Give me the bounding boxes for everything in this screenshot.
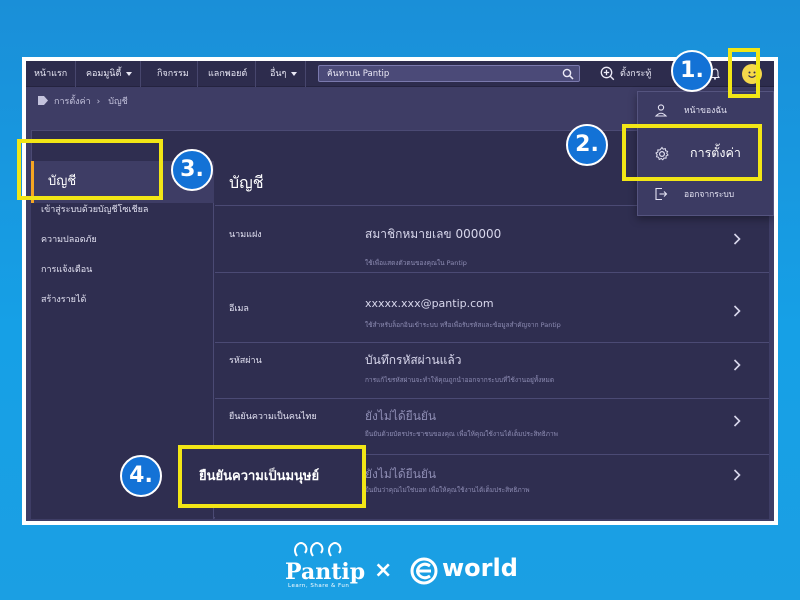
nav-home[interactable]: หน้าแรก — [26, 61, 77, 87]
search-placeholder: ค้นหาบน Pantip — [327, 69, 390, 79]
row-description: ใช้เพื่อแสดงตัวตนของคุณใน Pantip — [365, 259, 467, 267]
chevron-down-icon — [126, 71, 133, 76]
row-label: อีเมล — [229, 304, 249, 314]
step-2-badge: 2. — [566, 124, 608, 166]
row-alias[interactable]: นามแฝง สมาชิกหมายเลข 000000 ใช้เพื่อแสดง… — [215, 217, 769, 273]
pantip-logo-icon — [294, 542, 342, 557]
nav-community-label: คอมมูนิตี้ — [86, 69, 122, 79]
eworld-logo-icon — [410, 557, 438, 585]
top-nav: หน้าแรก คอมมูนิตี้ กิจกรรม แลกพอยต์ อื่น… — [26, 61, 774, 87]
chevron-right-icon[interactable] — [733, 359, 741, 371]
search-icon[interactable] — [562, 68, 574, 80]
highlight-avatar — [728, 48, 760, 98]
nav-redeem-points[interactable]: แลกพอยต์ — [200, 61, 257, 87]
breadcrumb-account: บัญชี — [108, 97, 128, 107]
row-description: ยืนยันด้วยบัตรประชาชนของคุณ เพื่อให้คุณใ… — [365, 430, 558, 438]
nav-more[interactable]: อื่นๆ — [262, 61, 307, 87]
pantip-tagline: Learn, Share & Fun — [288, 583, 350, 589]
nav-activity[interactable]: กิจกรรม — [149, 61, 198, 87]
footer: Pantip Learn, Share & Fun × world — [0, 538, 800, 600]
user-icon — [654, 104, 668, 117]
eworld-logo: world — [442, 554, 518, 582]
page-title: บัญชี — [229, 173, 264, 192]
row-label: ยืนยันความเป็นคนไทย — [229, 412, 317, 422]
row-description: การแก้ไขรหัสผ่านจะทำให้คุณถูกนำออกจากระบ… — [365, 376, 555, 384]
chevron-right-icon: › — [96, 97, 101, 107]
logout-icon — [655, 187, 668, 201]
menu-item-label: ออกจากระบบ — [684, 190, 735, 200]
row-value: ยังไม่ได้ยืนยัน — [365, 409, 437, 423]
nav-more-label: อื่นๆ — [270, 69, 287, 79]
row-description: ยืนยันว่าคุณไม่ใช่บอท เพื่อให้คุณใช้งานไ… — [365, 486, 530, 494]
highlight-account — [17, 139, 163, 200]
step-3-badge: 3. — [171, 149, 213, 191]
row-value: บันทึกรหัสผ่านแล้ว — [365, 353, 462, 367]
breadcrumb: การตั้งค่า › บัญชี — [38, 95, 134, 109]
row-label: นามแฝง — [229, 230, 262, 240]
row-password[interactable]: รหัสผ่าน บันทึกรหัสผ่านแล้ว การแก้ไขรหัส… — [215, 343, 769, 399]
row-value: สมาชิกหมายเลข 000000 — [365, 227, 502, 241]
row-value: ยังไม่ได้ยืนยัน — [365, 467, 437, 481]
nav-community[interactable]: คอมมูนิตี้ — [78, 61, 142, 87]
row-email[interactable]: อีเมล xxxxx.xxx@pantip.com ใช้สำหรับล็อก… — [215, 287, 769, 343]
chevron-right-icon[interactable] — [733, 469, 741, 481]
create-topic-button[interactable]: ตั้งกระทู้ — [620, 61, 651, 87]
chevron-right-icon[interactable] — [733, 233, 741, 245]
chevron-down-icon — [291, 71, 298, 76]
chevron-right-icon[interactable] — [733, 415, 741, 427]
sidebar-item-notifications[interactable]: การแจ้งเตือน — [31, 263, 214, 277]
times-symbol: × — [374, 558, 393, 583]
breadcrumb-settings[interactable]: การตั้งค่า — [54, 97, 91, 107]
sidebar-item-earn-income[interactable]: สร้างรายได้ — [31, 293, 214, 307]
row-label: รหัสผ่าน — [229, 356, 262, 366]
create-topic-icon[interactable] — [600, 66, 615, 81]
row-value: xxxxx.xxx@pantip.com — [365, 297, 494, 310]
search-input[interactable]: ค้นหาบน Pantip — [318, 65, 580, 82]
sidebar-item-security[interactable]: ความปลอดภัย — [31, 233, 214, 247]
menu-item-logout[interactable]: ออกจากระบบ — [638, 176, 773, 214]
pantip-logo: Pantip — [285, 559, 366, 585]
row-label: ยืนยันความเป็นมนุษย์ — [199, 469, 320, 484]
row-description: ใช้สำหรับล็อกอินเข้าระบบ หรือเพื่อรับรหั… — [365, 321, 561, 329]
step-4-badge: 4. — [120, 455, 162, 497]
step-1-badge: 1. — [671, 50, 713, 92]
highlight-human-verification: ยืนยันความเป็นมนุษย์ — [178, 445, 366, 508]
highlight-settings — [622, 124, 762, 181]
tag-icon — [38, 96, 48, 105]
chevron-right-icon[interactable] — [733, 305, 741, 317]
sidebar-item-social-login[interactable]: เข้าสู่ระบบด้วยบัญชีโซเชียล — [31, 203, 214, 217]
